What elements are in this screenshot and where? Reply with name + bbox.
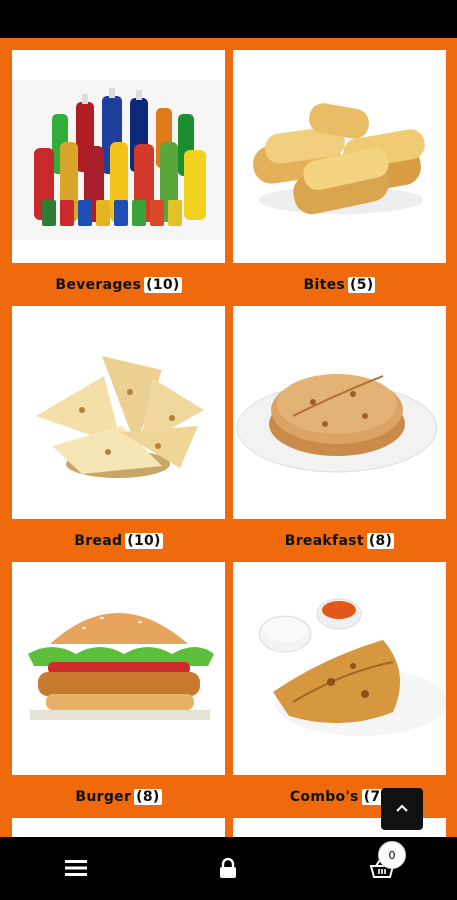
- category-label: Burger (8): [12, 775, 225, 818]
- category-name: Bread: [74, 532, 123, 549]
- bread-image: [36, 356, 204, 478]
- category-count: (10): [144, 276, 182, 293]
- category-card-breakfast[interactable]: Breakfast (8): [233, 306, 446, 562]
- category-card-partial[interactable]: [12, 818, 225, 837]
- category-label: Bread (10): [12, 519, 225, 562]
- category-image-frame: [12, 306, 225, 519]
- account-button[interactable]: [208, 851, 248, 885]
- category-grid: Beverages (10) Bites (5) Bread (10) Brea…: [0, 38, 457, 837]
- status-bar: [0, 0, 457, 38]
- cart-count-badge: 0: [378, 841, 406, 869]
- category-label: Beverages (10): [12, 263, 225, 306]
- category-name: Bites: [303, 276, 346, 293]
- lock-icon: [220, 858, 236, 878]
- combos-image: [258, 598, 446, 736]
- category-label: Bites (5): [233, 263, 446, 306]
- category-image-frame: [233, 50, 446, 263]
- burger-image: [28, 610, 214, 720]
- category-image-frame: [233, 306, 446, 519]
- category-count: (8): [366, 532, 395, 549]
- hamburger-menu-icon: [65, 860, 87, 876]
- category-image-frame: [12, 562, 225, 775]
- category-card-bread[interactable]: Bread (10): [12, 306, 225, 562]
- category-name: Combo's: [289, 788, 359, 805]
- category-name: Burger: [75, 788, 132, 805]
- chevron-up-icon: [396, 804, 408, 812]
- category-count: (5): [348, 276, 376, 293]
- category-image-frame: [233, 562, 446, 775]
- category-count: (10): [125, 532, 163, 549]
- category-card-bites[interactable]: Bites (5): [233, 50, 446, 306]
- category-image-frame: [12, 818, 225, 837]
- breakfast-image: [236, 374, 438, 473]
- bottom-nav-bar: 0: [0, 837, 457, 900]
- scroll-to-top-button[interactable]: [381, 788, 423, 830]
- category-card-combos[interactable]: Combo's (7): [233, 562, 446, 818]
- category-image-frame: [12, 50, 225, 263]
- bites-image: [253, 103, 425, 215]
- category-label: Breakfast (8): [233, 519, 446, 562]
- category-name: Beverages: [55, 276, 142, 293]
- category-count: (8): [134, 788, 162, 805]
- menu-button[interactable]: [56, 851, 96, 885]
- category-card-burger[interactable]: Burger (8): [12, 562, 225, 818]
- category-card-beverages[interactable]: Beverages (10): [12, 50, 225, 306]
- category-name: Breakfast: [284, 532, 364, 549]
- beverages-image: [12, 80, 225, 240]
- cart-button[interactable]: 0: [362, 841, 406, 885]
